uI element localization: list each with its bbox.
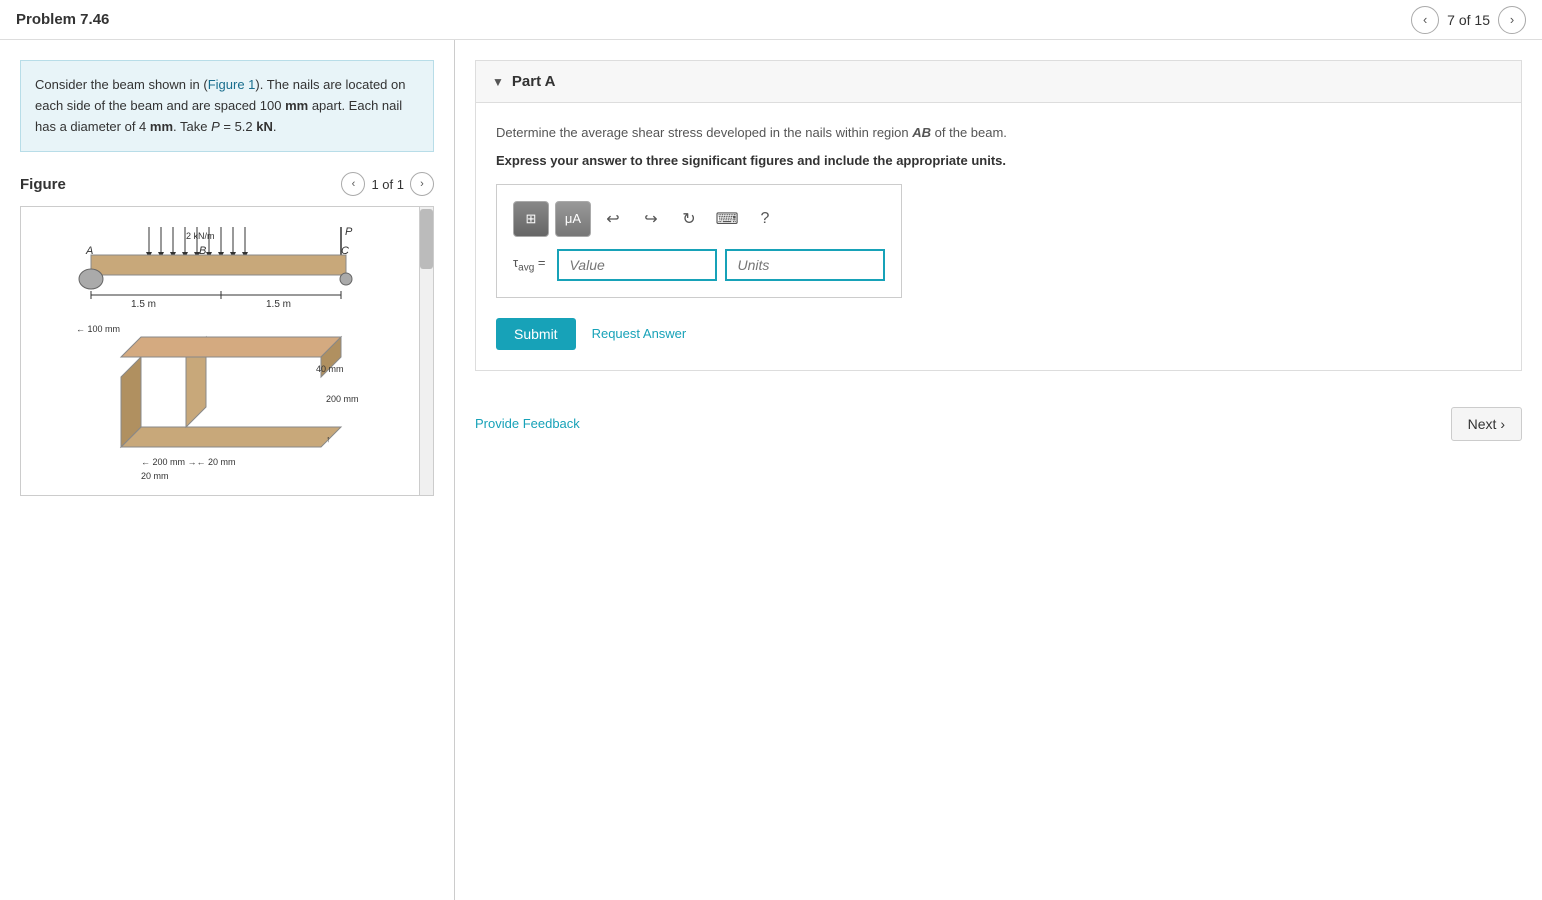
part-a-section: ▼ Part A Determine the average shear str… (475, 60, 1522, 371)
action-row: Submit Request Answer (496, 318, 1501, 350)
svg-text:200 mm: 200 mm (326, 394, 359, 404)
svg-text:← 100 mm: ← 100 mm (76, 324, 120, 334)
figure-drawing: P 2 kN/m (21, 207, 434, 495)
redo-button[interactable]: ↪ (635, 203, 667, 235)
main-layout: Consider the beam shown in (Figure 1). T… (0, 40, 1542, 900)
undo-button[interactable]: ↩ (597, 203, 629, 235)
input-row: τavg = (513, 249, 885, 281)
figure-prev-button[interactable]: ‹ (341, 172, 365, 196)
figure-canvas: P 2 kN/m (20, 206, 434, 496)
svg-text:1.5 m: 1.5 m (131, 299, 156, 310)
prev-problem-button[interactable]: ‹ (1411, 6, 1439, 34)
figure-nav: ‹ 1 of 1 › (341, 172, 434, 196)
page-indicator: 7 of 15 (1447, 12, 1490, 28)
next-button[interactable]: Next › (1451, 407, 1522, 441)
answer-box: ⊞ μA ↩ ↪ ↻ ⌨ ? τavg = (496, 184, 902, 298)
keyboard-button[interactable]: ⌨ (711, 203, 743, 235)
svg-text:P: P (345, 226, 353, 238)
figure-scrollbar-thumb[interactable] (420, 209, 433, 269)
svg-text:40 mm: 40 mm (316, 364, 344, 374)
svg-text:1.5 m: 1.5 m (266, 299, 291, 310)
figure-title: Figure (20, 176, 66, 193)
header-navigation: ‹ 7 of 15 › (1411, 6, 1526, 34)
part-a-title: Part A (512, 73, 556, 90)
header: Problem 7.46 ‹ 7 of 15 › (0, 0, 1542, 40)
problem-text-1: Consider the beam shown in ( (35, 77, 208, 92)
part-a-header: ▼ Part A (476, 61, 1521, 103)
answer-toolbar: ⊞ μA ↩ ↪ ↻ ⌨ ? (513, 201, 885, 237)
refresh-button[interactable]: ↻ (673, 203, 705, 235)
svg-text:A: A (85, 245, 93, 257)
request-answer-link[interactable]: Request Answer (592, 326, 687, 341)
feedback-next-row: Provide Feedback Next › (455, 391, 1542, 457)
unit-button[interactable]: μA (555, 201, 591, 237)
part-description: Determine the average shear stress devel… (496, 123, 1501, 143)
figure-link[interactable]: Figure 1 (208, 77, 256, 92)
problem-title: Problem 7.46 (16, 11, 109, 28)
provide-feedback-link[interactable]: Provide Feedback (475, 416, 580, 431)
submit-button[interactable]: Submit (496, 318, 576, 350)
svg-text:← 200 mm →← 20 mm: ← 200 mm →← 20 mm (141, 457, 236, 467)
help-button[interactable]: ? (749, 203, 781, 235)
part-a-body: Determine the average shear stress devel… (476, 103, 1521, 370)
right-panel: ▼ Part A Determine the average shear str… (455, 40, 1542, 900)
svg-text:B: B (199, 245, 206, 257)
svg-text:C: C (341, 245, 349, 257)
svg-text:2 kN/m: 2 kN/m (186, 231, 215, 241)
figure-header: Figure ‹ 1 of 1 › (20, 172, 434, 196)
units-input[interactable] (725, 249, 885, 281)
input-label: τavg = (513, 255, 545, 274)
svg-text:↑: ↑ (326, 434, 331, 444)
figure-next-button[interactable]: › (410, 172, 434, 196)
figure-scrollbar[interactable] (419, 207, 433, 495)
problem-description: Consider the beam shown in (Figure 1). T… (20, 60, 434, 152)
figure-counter: 1 of 1 (371, 177, 404, 192)
part-instruction: Express your answer to three significant… (496, 153, 1501, 168)
svg-text:20 mm: 20 mm (141, 471, 169, 481)
value-input[interactable] (557, 249, 717, 281)
next-problem-button[interactable]: › (1498, 6, 1526, 34)
matrix-button[interactable]: ⊞ (513, 201, 549, 237)
figure-svg: P 2 kN/m (31, 217, 431, 487)
left-panel: Consider the beam shown in (Figure 1). T… (0, 40, 455, 900)
collapse-icon[interactable]: ▼ (492, 75, 504, 89)
